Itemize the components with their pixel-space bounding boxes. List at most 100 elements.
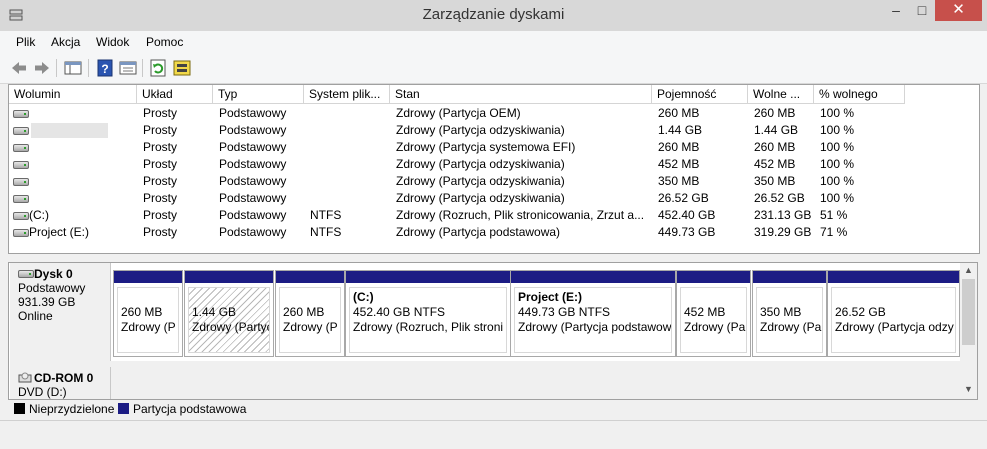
partition-block[interactable]: 260 MB Zdrowy (P bbox=[113, 270, 183, 357]
volume-list: Wolumin Układ Typ System plik... Stan Po… bbox=[8, 84, 980, 254]
volume-row[interactable]: Prosty Podstawowy Zdrowy (Partycja odzyski… bbox=[9, 173, 977, 190]
partition-block[interactable]: Project (E:) 449.73 GB NTFS Zdrowy (Partyc… bbox=[510, 270, 676, 357]
partition-block[interactable]: 452 MB Zdrowy (Pa bbox=[676, 270, 751, 357]
cell-status: Zdrowy (Partycja podstawowa) bbox=[396, 225, 561, 239]
cell-free: 452 MB bbox=[754, 157, 796, 171]
help-icon[interactable]: ? bbox=[95, 58, 115, 78]
svg-text:?: ? bbox=[101, 62, 108, 76]
cdrom-icon bbox=[18, 372, 32, 383]
disk-0-label[interactable]: Dysk 0 Podstawowy 931.39 GB Online bbox=[10, 263, 111, 361]
column-header-status[interactable]: Stan bbox=[390, 85, 652, 104]
disk-name: Dysk 0 bbox=[34, 267, 73, 281]
toolbar-separator bbox=[142, 59, 143, 77]
toolbar-separator bbox=[56, 59, 57, 77]
volume-drive-icon bbox=[13, 161, 29, 169]
cell-percent-free: 100 % bbox=[820, 106, 855, 120]
cell-filesystem bbox=[310, 156, 390, 173]
properties-icon[interactable] bbox=[118, 58, 138, 78]
partition-title bbox=[684, 290, 746, 305]
cell-status: Zdrowy (Partycja OEM) bbox=[396, 106, 521, 120]
cell-volume bbox=[29, 122, 133, 139]
rescan-disks-icon[interactable] bbox=[172, 58, 192, 78]
cell-status: Zdrowy (Partycja systemowa EFI) bbox=[396, 140, 576, 154]
minimize-button[interactable]: – bbox=[883, 0, 909, 21]
cell-type: Podstawowy bbox=[219, 208, 287, 222]
menu-bar: Plik Akcja Widok Pomoc bbox=[0, 31, 987, 53]
cell-type: Podstawowy bbox=[219, 123, 287, 137]
menu-view[interactable]: Widok bbox=[96, 35, 129, 49]
legend-label-primary-partition: Partycja podstawowa bbox=[133, 402, 247, 416]
partition-type-bar bbox=[276, 271, 344, 283]
console-tree-icon[interactable] bbox=[63, 58, 83, 78]
partition-status: Zdrowy (Partycja odzy bbox=[835, 320, 954, 334]
partition-block[interactable]: 350 MB Zdrowy (Pa bbox=[752, 270, 827, 357]
column-header-type[interactable]: Typ bbox=[213, 85, 304, 104]
cell-percent-free: 51 % bbox=[820, 208, 848, 222]
volume-row[interactable]: (C:) Prosty Podstawowy NTFS Zdrowy (Rozruch,… bbox=[9, 207, 977, 224]
volume-row[interactable]: Prosty Podstawowy Zdrowy (Partycja odzyski… bbox=[9, 156, 977, 173]
scrollbar-thumb[interactable] bbox=[962, 279, 975, 345]
partition-title bbox=[760, 290, 822, 305]
partition-status: Zdrowy (P bbox=[283, 320, 338, 334]
cell-type: Podstawowy bbox=[219, 140, 287, 154]
menu-help[interactable]: Pomoc bbox=[146, 35, 183, 49]
cell-percent-free: 100 % bbox=[820, 140, 855, 154]
cell-filesystem bbox=[310, 105, 390, 122]
cell-percent-free: 100 % bbox=[820, 123, 855, 137]
cell-free: 350 MB bbox=[754, 174, 796, 188]
cell-status: Zdrowy (Partycja odzyskiwania) bbox=[396, 191, 565, 205]
volume-drive-icon bbox=[13, 127, 29, 135]
column-header-percent-free[interactable]: % wolnego bbox=[814, 85, 905, 104]
scroll-down-arrow-icon[interactable]: ▼ bbox=[964, 384, 973, 394]
cell-volume bbox=[29, 190, 133, 207]
refresh-icon[interactable] bbox=[148, 58, 168, 78]
cell-volume: Project (E:) bbox=[29, 225, 90, 239]
column-header-free[interactable]: Wolne ... bbox=[748, 85, 814, 104]
disk-state: Online bbox=[18, 309, 53, 323]
partition-size: 26.52 GB bbox=[835, 305, 886, 319]
volume-row[interactable]: Project (E:) Prosty Podstawowy NTFS Zdrowy (… bbox=[9, 224, 977, 241]
cell-layout: Prosty bbox=[143, 123, 178, 137]
volume-drive-icon bbox=[13, 212, 29, 220]
column-header-volume[interactable]: Wolumin bbox=[9, 85, 137, 104]
toolbar-separator bbox=[88, 59, 89, 77]
volume-row[interactable]: Prosty Podstawowy Zdrowy (Partycja systemo… bbox=[9, 139, 977, 156]
close-button[interactable]: ✕ bbox=[935, 0, 982, 21]
cdrom-area[interactable] bbox=[111, 367, 960, 399]
volume-row[interactable]: Prosty Podstawowy Zdrowy (Partycja OEM) 260… bbox=[9, 105, 977, 122]
cell-free: 26.52 GB bbox=[754, 191, 805, 205]
partition-block[interactable]: 26.52 GB Zdrowy (Partycja odzy bbox=[827, 270, 960, 357]
partition-title: Project (E:) bbox=[518, 290, 583, 304]
partition-type-bar bbox=[114, 271, 182, 283]
cell-filesystem bbox=[310, 122, 390, 139]
partition-block[interactable]: 260 MB Zdrowy (P bbox=[275, 270, 345, 357]
column-header-layout[interactable]: Układ bbox=[137, 85, 213, 104]
cell-percent-free: 100 % bbox=[820, 191, 855, 205]
menu-file[interactable]: Plik bbox=[16, 35, 35, 49]
column-header-filesystem[interactable]: System plik... bbox=[304, 85, 390, 104]
legend-label-unallocated: Nieprzydzielone bbox=[29, 402, 115, 416]
partition-body: 350 MB Zdrowy (Pa bbox=[756, 287, 823, 353]
cell-status: Zdrowy (Partycja odzyskiwania) bbox=[396, 157, 565, 171]
back-arrow-icon[interactable] bbox=[9, 58, 29, 78]
scroll-up-arrow-icon[interactable]: ▲ bbox=[964, 265, 973, 275]
partition-title bbox=[835, 290, 955, 305]
partition-block[interactable]: (C:) 452.40 GB NTFS Zdrowy (Rozruch, Plik … bbox=[345, 270, 511, 357]
menu-action[interactable]: Akcja bbox=[51, 35, 80, 49]
column-header-capacity[interactable]: Pojemność bbox=[652, 85, 748, 104]
volume-row[interactable]: Prosty Podstawowy Zdrowy (Partycja odzyski… bbox=[9, 122, 977, 139]
cell-layout: Prosty bbox=[143, 208, 178, 222]
maximize-button[interactable]: □ bbox=[909, 0, 935, 21]
cdrom-0-label[interactable]: CD-ROM 0 DVD (D:) bbox=[10, 367, 111, 399]
volume-row[interactable]: Prosty Podstawowy Zdrowy (Partycja odzyski… bbox=[9, 190, 977, 207]
volume-drive-icon bbox=[13, 110, 29, 118]
partition-body: 260 MB Zdrowy (P bbox=[279, 287, 341, 353]
cell-free: 319.29 GB bbox=[754, 225, 812, 239]
forward-arrow-icon[interactable] bbox=[32, 58, 52, 78]
partition-title bbox=[192, 290, 269, 305]
volume-drive-icon bbox=[13, 144, 29, 152]
partition-status: Zdrowy (P bbox=[121, 320, 176, 334]
cell-volume bbox=[29, 173, 133, 190]
partition-block[interactable]: 1.44 GB Zdrowy (Partyc bbox=[184, 270, 274, 357]
vertical-scrollbar[interactable]: ▲ ▼ bbox=[960, 263, 977, 399]
